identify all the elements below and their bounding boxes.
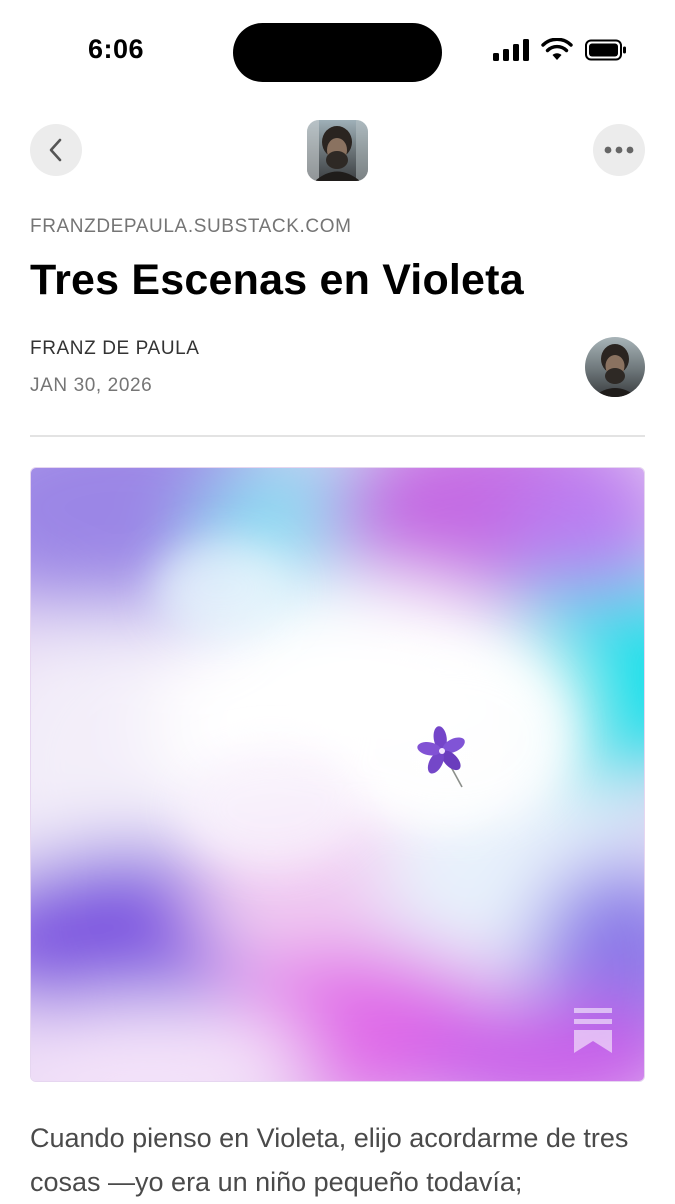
hero-image[interactable] [30,467,645,1082]
post-date: JAN 30, 2026 [30,375,153,396]
post-title: Tres Escenas en Violeta [30,256,524,304]
publication-logo-image [307,120,368,181]
more-options-button[interactable] [593,124,645,176]
wifi-icon [541,38,573,60]
author-name[interactable]: FRANZ DE PAULA [30,338,200,360]
chevron-left-icon [49,138,62,162]
signal-icon [493,39,529,61]
publication-logo[interactable] [307,120,368,181]
ellipsis-icon [604,146,634,154]
dynamic-island [233,23,442,82]
post-body-text: Cuando pienso en Violeta, elijo acordarm… [30,1123,629,1197]
header-divider [30,435,645,437]
battery-icon [585,39,626,61]
back-button[interactable] [30,124,82,176]
status-bar: 6:06 [0,0,675,100]
watercolor-sky-image [31,468,644,1081]
status-icons [493,38,627,62]
author-avatar[interactable] [585,337,645,397]
status-time: 6:06 [88,34,145,64]
author-avatar-image [585,337,645,397]
publication-domain[interactable]: FRANZDEPAULA.SUBSTACK.COM [30,216,352,238]
